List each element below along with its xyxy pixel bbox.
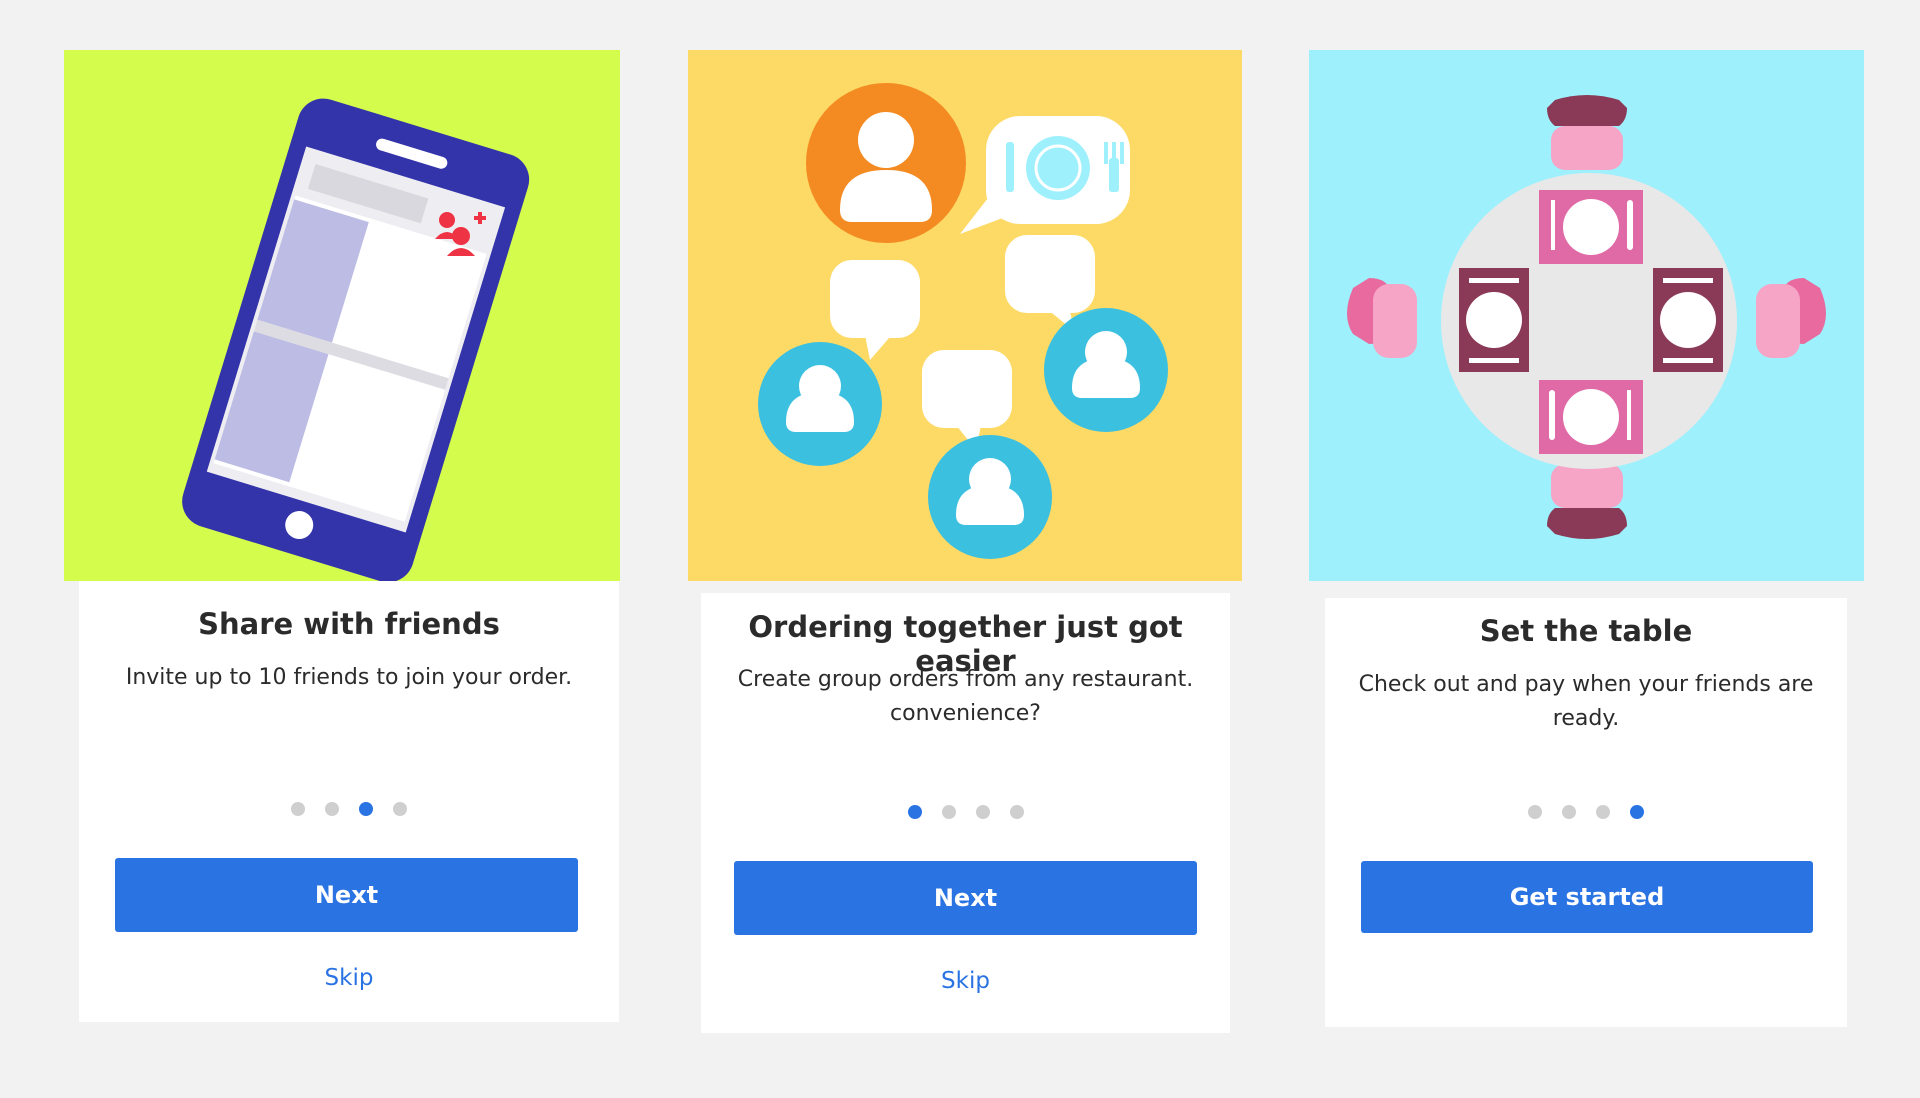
- pagination-dot-active: [1630, 805, 1644, 819]
- pagination-dot: [1528, 805, 1542, 819]
- pagination-dots: [1325, 805, 1847, 819]
- skip-link[interactable]: Skip: [79, 965, 619, 991]
- skip-link[interactable]: Skip: [701, 968, 1230, 994]
- pagination-dot: [1596, 805, 1610, 819]
- get-started-button[interactable]: Get started: [1361, 861, 1813, 933]
- pagination-dot: [1009, 805, 1024, 819]
- pagination-dots: [79, 802, 619, 816]
- card-description: Create group orders from any restaurant.…: [737, 667, 1194, 726]
- illustration-share-with-friends: [64, 50, 620, 581]
- next-button[interactable]: Next: [734, 861, 1197, 935]
- card-description: Check out and pay when your friends are …: [1358, 672, 1814, 731]
- onboarding-card-1: Share with friends Invite up to 10 frien…: [79, 581, 619, 1022]
- pagination-dot-active: [359, 802, 373, 816]
- illustration-set-the-table: [1309, 50, 1864, 581]
- group-chat-icon: [758, 83, 1168, 559]
- pagination-dot: [291, 802, 305, 816]
- next-button[interactable]: Next: [115, 858, 578, 932]
- onboarding-card-3: Set the table Check out and pay when you…: [1325, 598, 1847, 1027]
- phone-add-friends-icon: [182, 98, 530, 581]
- dining-table-icon: [1347, 95, 1826, 539]
- pagination-dot: [975, 805, 990, 819]
- pagination-dot-active: [907, 805, 922, 819]
- pagination-dot: [1562, 805, 1576, 819]
- pagination-dot: [941, 805, 956, 819]
- pagination-dots: [701, 805, 1230, 819]
- onboarding-card-2: Ordering together just got easier Create…: [701, 593, 1230, 1033]
- card-title: Set the table: [1479, 614, 1693, 648]
- card-description: Invite up to 10 friends to join your ord…: [125, 665, 573, 690]
- card-title: Share with friends: [198, 607, 500, 641]
- illustration-ordering-together: [688, 50, 1242, 581]
- pagination-dot: [325, 802, 339, 816]
- pagination-dot: [393, 802, 407, 816]
